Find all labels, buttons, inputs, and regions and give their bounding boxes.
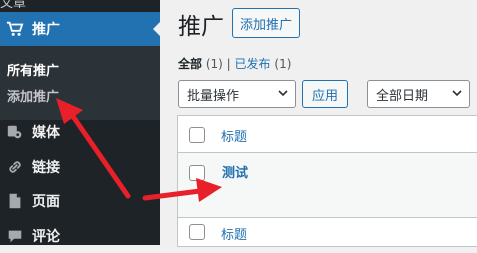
sidebar-item-label: 评论 [32,229,60,245]
bulk-action-value: 批量操作 [187,88,240,104]
filter-separator: | [226,57,231,71]
select-all-checkbox-footer[interactable] [189,224,205,240]
chevron-down-icon [278,90,288,97]
date-filter-select[interactable]: 全部日期 [367,80,470,108]
filter-published-count: (1) [274,57,292,71]
column-footer-title[interactable]: 标题 [221,224,247,243]
add-new-promo-button[interactable]: 添加推广 [232,8,301,38]
page-icon [6,192,24,210]
sidebar-item-media[interactable]: 媒体 [0,115,160,149]
sidebar-item-label: 链接 [32,160,60,176]
chevron-down-icon [452,90,462,97]
post-title-link[interactable]: 测试 [222,162,248,181]
column-header-title[interactable]: 标题 [221,126,247,145]
sidebar-item-label: 媒体 [32,125,60,141]
sidebar-item-label: 页面 [32,194,60,210]
cart-icon [6,20,24,38]
filter-all-count: (1) [205,57,223,71]
comment-icon [6,227,24,245]
sidebar-item-pages[interactable]: 页面 [0,184,160,218]
admin-sidebar: 文章 推广 所有推广 添加推广 媒体 链接 页面 评论 [0,0,161,245]
submenu-item-all-promos[interactable]: 所有推广 [7,60,59,79]
row-checkbox[interactable] [189,165,205,181]
bulk-action-select[interactable]: 批量操作 [178,80,296,108]
link-icon [6,158,24,176]
table-row: 测试 [178,153,477,217]
date-filter-value: 全部日期 [376,88,429,104]
status-filter-links: 全部 (1) | 已发布 (1) [178,55,291,72]
sidebar-item-comments[interactable]: 评论 [0,219,160,253]
apply-button[interactable]: 应用 [302,80,349,108]
media-icon [6,123,24,141]
filter-published[interactable]: 已发布 [235,57,271,71]
sidebar-item-posts-partial[interactable]: 文章 [0,0,160,11]
page-title: 推广 [178,14,224,40]
posts-table: 标题 测试 标题 [177,115,477,247]
sidebar-item-links[interactable]: 链接 [0,150,160,184]
promo-submenu: 所有推广 添加推广 [0,46,160,120]
select-all-checkbox[interactable] [189,127,205,143]
filter-all[interactable]: 全部 [178,57,202,71]
main-content: 推广 添加推广 全部 (1) | 已发布 (1) 批量操作 应用 全部日期 标题… [160,0,477,247]
table-header-row: 标题 [178,116,477,153]
table-footer-row: 标题 [178,217,477,247]
submenu-item-add-promo[interactable]: 添加推广 [7,86,59,105]
sidebar-item-label: 推广 [32,22,60,38]
sidebar-item-promo[interactable]: 推广 [0,12,161,46]
